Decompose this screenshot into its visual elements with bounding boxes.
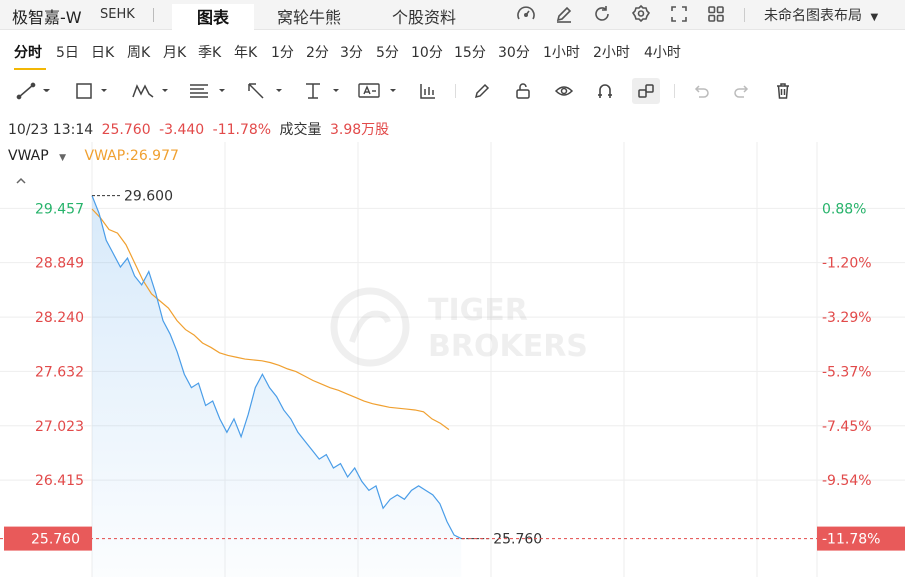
quote-datetime: 10/23 13:14 <box>8 122 94 138</box>
low-marker-label: 25.760 <box>493 532 542 548</box>
period-item[interactable]: 4小时 <box>644 42 681 62</box>
period-item[interactable]: 年K <box>234 42 257 62</box>
indicator-name: VWAP <box>8 148 49 164</box>
high-marker-label: 29.600 <box>124 189 173 205</box>
refresh-icon[interactable] <box>591 3 613 25</box>
tab-profile[interactable]: 个股资料 <box>372 4 476 30</box>
undo-icon[interactable] <box>689 78 713 104</box>
period-item[interactable]: 3分 <box>340 42 363 62</box>
redo-icon[interactable] <box>730 78 754 104</box>
chevron-up-icon[interactable] <box>14 174 28 190</box>
y-tick-label: 29.457 <box>35 201 84 217</box>
active-period-indicator <box>14 68 46 70</box>
price-area-fill <box>92 195 462 577</box>
quote-change-pct: -11.78% <box>212 122 272 138</box>
tab-label: 窝轮牛熊 <box>276 8 341 27</box>
pattern-tool-icon[interactable] <box>131 78 171 104</box>
pencil-icon[interactable] <box>470 78 494 104</box>
tab-chart[interactable]: 图表 <box>172 4 254 30</box>
period-item[interactable]: 5分 <box>376 42 399 62</box>
grid-icon[interactable] <box>705 3 727 25</box>
top-bar: 极智嘉-W SEHK 图表 窝轮牛熊 个股资料 未命名图表布局 ▼ <box>0 0 905 30</box>
period-item[interactable]: 1小时 <box>543 42 580 62</box>
period-item[interactable]: 2小时 <box>593 42 630 62</box>
period-selector: 分时 5日 日K 周K 月K 季K 年K 1分 2分 3分 5分 10分 15分… <box>0 32 905 72</box>
tab-label: 个股资料 <box>391 8 456 27</box>
period-item[interactable]: 10分 <box>411 42 443 62</box>
trash-icon[interactable] <box>771 78 795 104</box>
watermark: TIGER BROKERS <box>330 287 588 367</box>
period-item[interactable]: 月K <box>163 42 186 62</box>
volume-label: 成交量 <box>279 122 322 138</box>
stock-name: 极智嘉-W <box>12 8 82 27</box>
divider <box>455 84 456 98</box>
quote-change: -3.440 <box>159 122 205 138</box>
current-pct-text: -11.78% <box>822 532 880 548</box>
y-tick-label: 28.240 <box>35 310 84 326</box>
period-item[interactable]: 5日 <box>56 42 79 62</box>
y-tick-label: 27.023 <box>35 419 84 435</box>
speedometer-icon[interactable] <box>515 3 537 25</box>
exchange-label: SEHK <box>100 7 135 22</box>
quote-price: 25.760 <box>101 122 151 138</box>
text-tool-icon[interactable] <box>357 78 399 104</box>
y-tick-label: 26.415 <box>35 473 84 489</box>
tab-warrants[interactable]: 窝轮牛熊 <box>262 4 356 30</box>
edit-icon[interactable] <box>553 3 575 25</box>
y-axis-right: 0.88% -1.20% -3.29% -5.37% -7.45% -9.54% <box>822 201 872 489</box>
period-item[interactable]: 1分 <box>271 42 294 62</box>
watermark-line1: TIGER <box>428 293 528 328</box>
y-tick-label-pct: -1.20% <box>822 256 872 272</box>
rectangle-tool-icon[interactable] <box>74 78 110 104</box>
period-item[interactable]: 季K <box>198 42 221 62</box>
magnet-icon[interactable] <box>593 78 617 104</box>
measure-tool-icon[interactable] <box>302 78 342 104</box>
line-tool-icon[interactable] <box>16 78 52 104</box>
volume-value: 3.98万股 <box>330 122 390 138</box>
period-item[interactable]: 15分 <box>454 42 486 62</box>
period-item[interactable]: 30分 <box>498 42 530 62</box>
arrow-tool-icon[interactable] <box>245 78 285 104</box>
layout-select[interactable]: 未命名图表布局 ▼ <box>764 5 878 25</box>
caret-down-icon: ▼ <box>870 12 879 23</box>
divider <box>674 84 675 98</box>
y-tick-label: 28.849 <box>35 256 84 272</box>
indicator-value: VWAP:26.977 <box>84 148 179 164</box>
y-axis-left: 29.457 28.849 28.240 27.632 27.023 26.415 <box>35 201 84 489</box>
caret-down-icon[interactable]: ▼ <box>59 153 66 163</box>
period-item[interactable]: 周K <box>127 42 150 62</box>
period-item[interactable]: 分时 <box>14 42 42 62</box>
divider <box>153 8 154 22</box>
chart-area[interactable]: TIGER BROKERS 29.457 28.849 28.240 27.632 27… <box>0 142 905 577</box>
y-tick-label-pct: -9.54% <box>822 473 872 489</box>
price-chart[interactable]: TIGER BROKERS 29.457 28.849 28.240 27.632 27… <box>0 142 905 577</box>
y-tick-label-pct: 0.88% <box>822 201 866 217</box>
period-item[interactable]: 2分 <box>306 42 329 62</box>
period-item[interactable]: 日K <box>91 42 114 62</box>
y-tick-label-pct: -3.29% <box>822 310 872 326</box>
y-tick-label: 27.632 <box>35 364 84 380</box>
drawing-toolbar <box>0 74 905 108</box>
y-tick-label-pct: -5.37% <box>822 364 872 380</box>
indicator-icon[interactable] <box>416 78 440 104</box>
quote-info-line: 10/23 13:14 25.760 -3.440 -11.78% 成交量 3.… <box>8 119 393 139</box>
indicator-legend[interactable]: VWAP ▼ VWAP:26.977 <box>8 148 179 164</box>
y-tick-label-pct: -7.45% <box>822 419 872 435</box>
divider <box>744 8 745 22</box>
lock-icon[interactable] <box>511 78 535 104</box>
tab-label: 图表 <box>196 8 229 27</box>
fib-tool-icon[interactable] <box>188 78 228 104</box>
settings-icon[interactable] <box>630 3 652 25</box>
layout-label: 未命名图表布局 <box>764 8 862 24</box>
link-icon[interactable] <box>632 78 660 104</box>
current-price-text: 25.760 <box>31 532 80 548</box>
watermark-line2: BROKERS <box>428 329 588 364</box>
eye-icon[interactable] <box>552 78 576 104</box>
fullscreen-icon[interactable] <box>668 3 690 25</box>
